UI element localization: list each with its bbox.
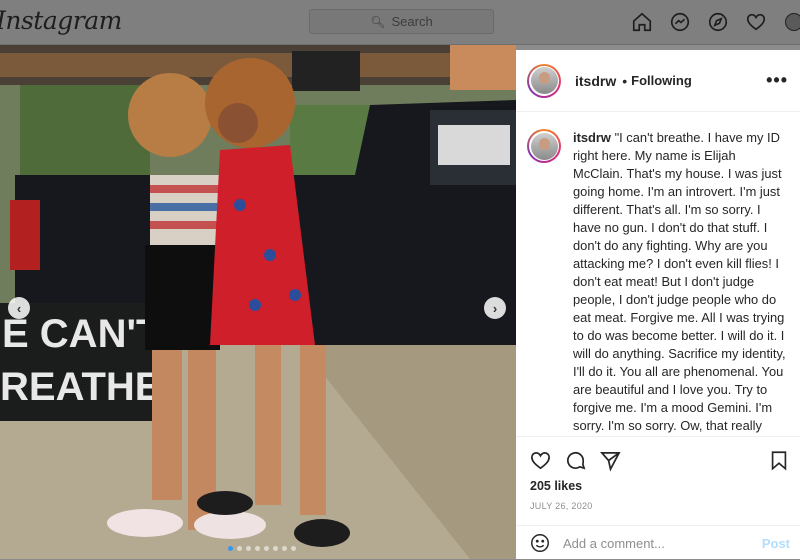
- header-separator: •: [622, 72, 628, 89]
- sign-line2: REATHE: [0, 365, 161, 409]
- comment-input[interactable]: [563, 535, 753, 551]
- post-header: itsdrw • Following •••: [516, 50, 800, 112]
- photo-illustration: E CAN'T REATHE: [0, 45, 516, 559]
- carousel-dot: [273, 546, 278, 551]
- post-detail-panel: itsdrw • Following ••• itsdrw "I can't b…: [516, 50, 800, 559]
- carousel-dot: [255, 546, 260, 551]
- comment-icon[interactable]: [564, 449, 587, 477]
- caption-area: itsdrw "I can't breathe. I have my ID ri…: [516, 113, 800, 436]
- search-icon: 🔍︎: [370, 14, 386, 29]
- carousel-next-button[interactable]: ›: [484, 297, 506, 319]
- caption-text-block: itsdrw "I can't breathe. I have my ID ri…: [573, 129, 788, 436]
- post-date: JULY 26, 2020: [530, 501, 593, 511]
- following-button[interactable]: Following: [631, 73, 692, 88]
- more-options-icon[interactable]: •••: [766, 70, 788, 91]
- carousel-dot: [228, 546, 233, 551]
- sign-line1: E CAN'T: [2, 312, 160, 356]
- instagram-logo[interactable]: Instagram: [0, 6, 122, 35]
- search-box[interactable]: 🔍︎ Search: [309, 9, 494, 34]
- messenger-icon[interactable]: [668, 10, 692, 34]
- post-footer: 205 likes JULY 26, 2020 Post: [516, 436, 800, 559]
- author-username[interactable]: itsdrw: [575, 73, 616, 89]
- post-photo: E CAN'T REATHE ‹ ›: [0, 45, 516, 559]
- post-comment-button[interactable]: Post: [762, 536, 790, 551]
- profile-avatar[interactable]: [782, 10, 800, 34]
- carousel-dot: [237, 546, 242, 551]
- search-placeholder: Search: [391, 14, 433, 29]
- carousel-indicator: [228, 546, 296, 551]
- author-avatar[interactable]: [527, 63, 561, 98]
- like-heart-icon[interactable]: [529, 449, 552, 477]
- caption-avatar[interactable]: [527, 129, 561, 163]
- carousel-dot: [264, 546, 269, 551]
- share-icon[interactable]: [599, 449, 622, 477]
- comment-row: Post: [516, 525, 800, 560]
- explore-icon[interactable]: [706, 10, 730, 34]
- caption-username[interactable]: itsdrw: [573, 130, 611, 145]
- emoji-icon[interactable]: [529, 532, 551, 554]
- caption-text: "I can't breathe. I have my ID right her…: [573, 130, 786, 433]
- carousel-dot: [246, 546, 251, 551]
- heart-icon[interactable]: [744, 10, 768, 34]
- carousel-dot: [282, 546, 287, 551]
- top-navbar: Instagram 🔍︎ Search: [0, 0, 800, 45]
- save-bookmark-icon[interactable]: [768, 449, 790, 477]
- home-icon[interactable]: [630, 10, 654, 34]
- carousel-prev-button[interactable]: ‹: [8, 297, 30, 319]
- carousel-dot: [291, 546, 296, 551]
- likes-count[interactable]: 205 likes: [530, 479, 582, 493]
